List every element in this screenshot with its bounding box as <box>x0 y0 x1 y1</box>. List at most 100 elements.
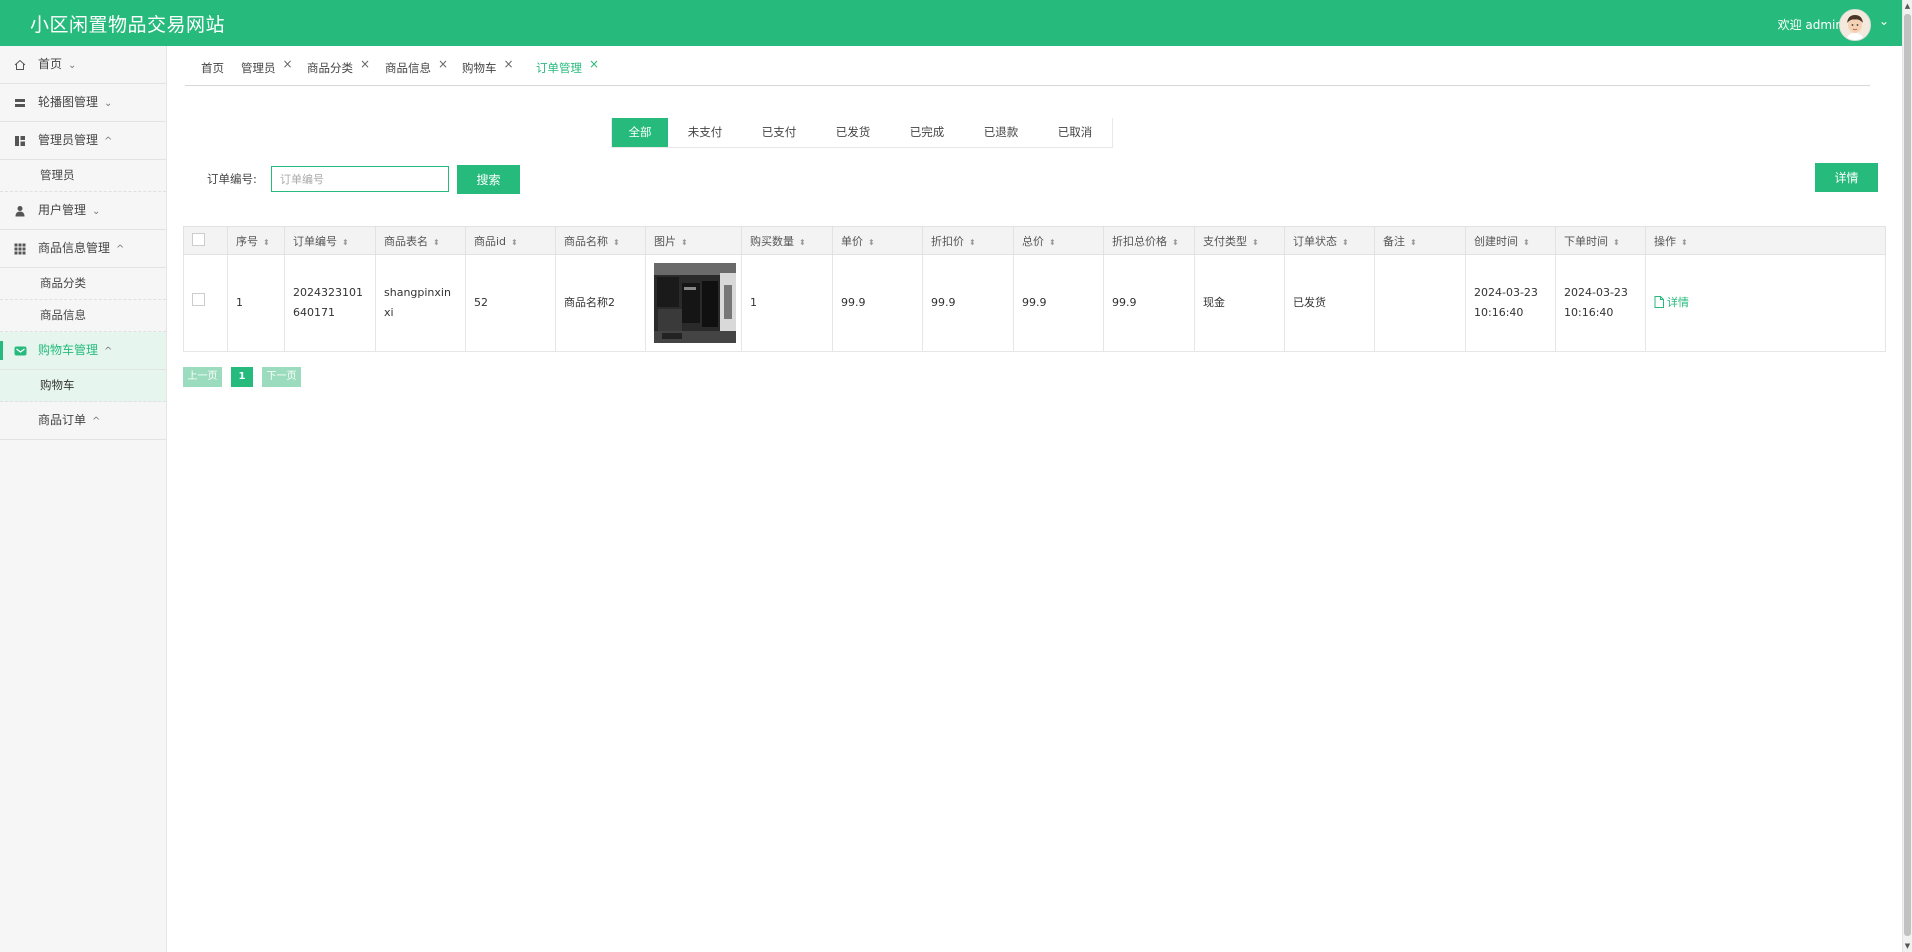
sort-icon[interactable]: ⬍ <box>868 238 875 247</box>
column-header[interactable]: 图片 ⬍ <box>645 226 742 255</box>
scrollbar[interactable]: ▲ ▼ <box>1902 0 1912 952</box>
status-all[interactable]: 全部 <box>612 118 668 147</box>
sort-icon[interactable]: ⬍ <box>1049 238 1056 247</box>
column-header[interactable]: 商品名称 ⬍ <box>555 226 646 255</box>
sidebar-item-label: 商品信息管理 <box>38 241 111 255</box>
column-header[interactable]: 总价 ⬍ <box>1013 226 1104 255</box>
column-header[interactable]: 操作 ⬍ <box>1645 226 1886 255</box>
sort-icon[interactable]: ⬍ <box>681 238 688 247</box>
cart-icon <box>13 332 27 369</box>
checkbox[interactable] <box>192 232 205 246</box>
scroll-thumb[interactable] <box>1904 14 1911 936</box>
checkbox[interactable] <box>192 293 205 306</box>
column-header[interactable]: 商品id ⬍ <box>465 226 556 255</box>
sort-icon[interactable]: ⬍ <box>1410 238 1417 247</box>
sort-icon[interactable]: ⬍ <box>613 238 620 247</box>
tab-cart[interactable]: 购物车 × <box>462 57 514 76</box>
close-icon[interactable]: × <box>438 57 448 71</box>
next-page-button[interactable]: 下一页 <box>262 367 301 387</box>
search-button[interactable]: 搜索 <box>457 165 520 194</box>
detail-button[interactable]: 详情 <box>1815 163 1878 192</box>
cell-discount-total: 99.9 <box>1103 254 1195 352</box>
prev-page-button[interactable]: 上一页 <box>183 367 222 387</box>
cell-pay-type: 现金 <box>1194 254 1285 352</box>
status-paid[interactable]: 已支付 <box>742 118 816 147</box>
sort-icon[interactable]: ⬍ <box>1252 238 1259 247</box>
status-filter-bar: 全部 未支付 已支付 已发货 已完成 已退款 已取消 <box>611 118 1113 148</box>
sort-icon[interactable]: ⬍ <box>263 238 270 247</box>
status-cancelled[interactable]: 已取消 <box>1038 118 1112 147</box>
sort-icon[interactable]: ⬍ <box>1523 238 1530 247</box>
row-detail-link[interactable]: 详情 <box>1654 296 1689 309</box>
sidebar-item-carousel[interactable]: 轮播图管理 ⌄ <box>0 84 166 122</box>
chevron-down-icon[interactable]: ⌄ <box>1879 14 1889 28</box>
tab-home[interactable]: 首页 <box>201 60 224 76</box>
select-all-header[interactable] <box>183 226 228 255</box>
status-completed[interactable]: 已完成 <box>890 118 964 147</box>
sort-icon[interactable]: ⬍ <box>1172 238 1179 247</box>
sort-icon[interactable]: ⬍ <box>433 238 440 247</box>
column-header[interactable]: 购买数量 ⬍ <box>741 226 833 255</box>
column-header[interactable]: 支付类型 ⬍ <box>1194 226 1285 255</box>
sidebar-item-cart-manage[interactable]: 购物车管理 ^ <box>0 332 166 370</box>
tab-category[interactable]: 商品分类 × <box>307 57 370 76</box>
sidebar-item-user-manage[interactable]: 用户管理 ⌄ <box>0 192 166 230</box>
sort-icon[interactable]: ⬍ <box>342 238 349 247</box>
tab-label: 商品分类 <box>307 61 353 75</box>
search-input[interactable] <box>271 166 449 192</box>
document-icon <box>1654 296 1664 308</box>
sidebar-subitem-admin[interactable]: 管理员 <box>0 160 166 192</box>
sidebar-item-orders[interactable]: 商品订单 ^ <box>0 402 166 440</box>
row-select-cell[interactable] <box>183 254 228 352</box>
sidebar-subitem-category[interactable]: 商品分类 <box>0 268 166 300</box>
sidebar-subitem-goods-info[interactable]: 商品信息 <box>0 300 166 332</box>
status-refunded[interactable]: 已退款 <box>964 118 1038 147</box>
column-header[interactable]: 下单时间 ⬍ <box>1555 226 1646 255</box>
sidebar-item-home[interactable]: 首页 ⌄ <box>0 46 166 84</box>
top-bar: 小区闲置物品交易网站 欢迎 admin ⌄ <box>0 0 1903 46</box>
sort-icon[interactable]: ⬍ <box>799 238 806 247</box>
close-icon[interactable]: × <box>283 57 293 71</box>
avatar[interactable] <box>1839 9 1871 41</box>
sort-icon[interactable]: ⬍ <box>969 238 976 247</box>
tab-bar: 首页 管理员 × 商品分类 × 商品信息 × 购物车 × 订单管理 × <box>185 56 1870 86</box>
sort-icon[interactable]: ⬍ <box>1613 238 1620 247</box>
column-header[interactable]: 序号 ⬍ <box>227 226 285 255</box>
tab-goods-info[interactable]: 商品信息 × <box>385 57 448 76</box>
cell-price: 99.9 <box>832 254 923 352</box>
status-shipped[interactable]: 已发货 <box>816 118 890 147</box>
sidebar-item-label: 管理员管理 <box>38 133 99 147</box>
sort-icon[interactable]: ⬍ <box>1681 238 1688 247</box>
status-unpaid[interactable]: 未支付 <box>668 118 742 147</box>
cell-total: 99.9 <box>1013 254 1104 352</box>
close-icon[interactable]: × <box>589 57 599 71</box>
chevron-up-icon: ^ <box>116 244 125 255</box>
sidebar-subitem-cart[interactable]: 购物车 <box>0 370 166 402</box>
column-header[interactable]: 备注 ⬍ <box>1374 226 1466 255</box>
cell-qty: 1 <box>741 254 833 352</box>
sidebar-item-admin-manage[interactable]: 管理员管理 ^ <box>0 122 166 160</box>
column-header[interactable]: 创建时间 ⬍ <box>1465 226 1556 255</box>
column-header[interactable]: 订单编号 ⬍ <box>284 226 376 255</box>
column-header[interactable]: 折扣价 ⬍ <box>922 226 1014 255</box>
sidebar-item-goods-manage[interactable]: 商品信息管理 ^ <box>0 230 166 268</box>
site-title: 小区闲置物品交易网站 <box>30 14 226 36</box>
column-header[interactable]: 订单状态 ⬍ <box>1284 226 1375 255</box>
column-header[interactable]: 单价 ⬍ <box>832 226 923 255</box>
close-icon[interactable]: × <box>360 57 370 71</box>
page-number-button[interactable]: 1 <box>231 367 253 387</box>
tab-label: 订单管理 <box>536 61 582 75</box>
sort-icon[interactable]: ⬍ <box>511 238 518 247</box>
scroll-down-icon[interactable]: ▼ <box>1903 942 1912 950</box>
dashboard-icon <box>13 122 27 159</box>
close-icon[interactable]: × <box>504 57 514 71</box>
grid-icon <box>13 230 27 267</box>
tab-order-manage[interactable]: 订单管理 × <box>536 57 599 76</box>
column-header[interactable]: 折扣总价格 ⬍ <box>1103 226 1195 255</box>
scroll-up-icon[interactable]: ▲ <box>1903 2 1912 10</box>
column-header[interactable]: 商品表名 ⬍ <box>375 226 466 255</box>
sort-icon[interactable]: ⬍ <box>1342 238 1349 247</box>
cell-remark <box>1374 254 1466 352</box>
tab-admin[interactable]: 管理员 × <box>241 57 293 76</box>
cell-created: 2024-03-23 10:16:40 <box>1465 254 1556 352</box>
